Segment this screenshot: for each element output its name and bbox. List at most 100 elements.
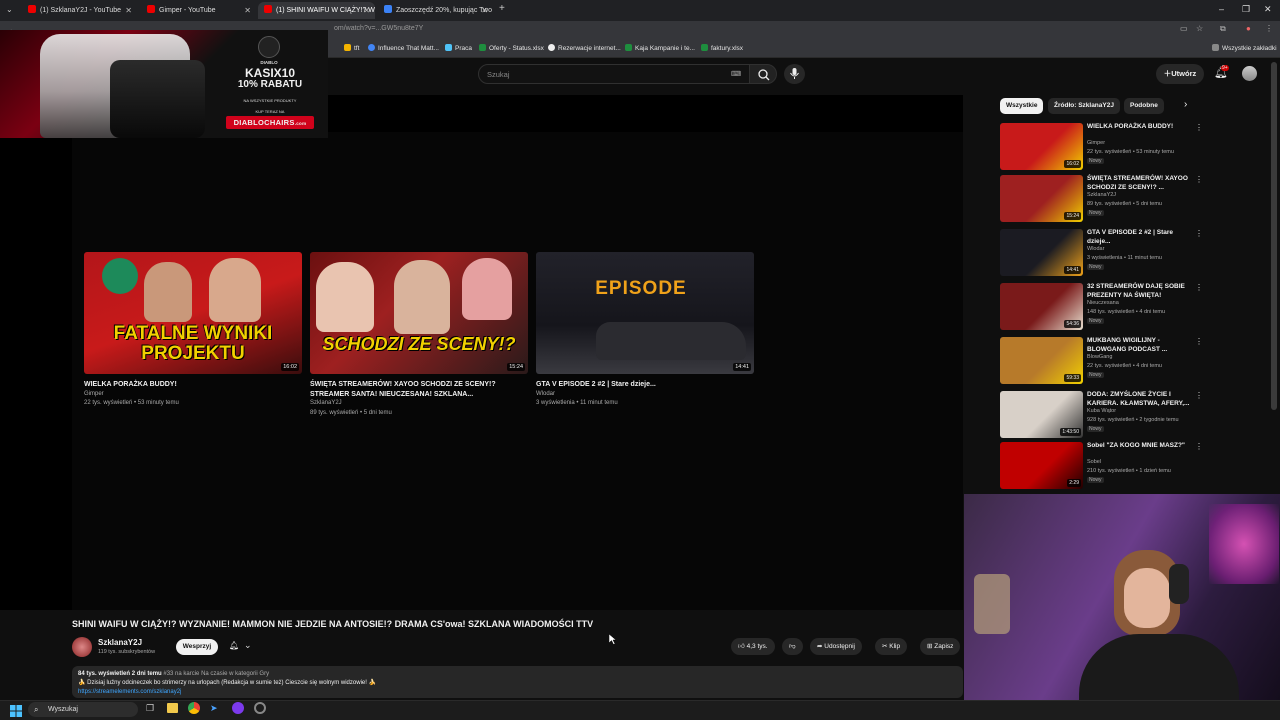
recommendation-item[interactable]: 59:33 MUKBANG WIGILIJNY - BLOWGANG PODCAS… [1000, 337, 1203, 387]
bookmark-item[interactable]: Influence That Matt... [368, 44, 439, 52]
rec-channel[interactable]: Nieuczesana [1087, 300, 1119, 306]
video-thumbnail[interactable]: 1:43:50 [1000, 391, 1083, 438]
endscreen-card[interactable]: EPISODE 14:41 GTA V EPISODE 2 #2 | Stare… [536, 252, 754, 409]
url-text[interactable]: om/watch?v=...GW5nu8te7Y [334, 25, 423, 32]
rec-title[interactable]: MUKBANG WIGILIJNY - BLOWGANG PODCAST ... [1087, 337, 1191, 354]
recommendation-item[interactable]: 14:41 GTA V EPISODE 2 #2 | Stare dzieje..… [1000, 229, 1203, 279]
menu-icon[interactable]: ⋮ [1265, 24, 1273, 33]
chip-all[interactable]: Wszystkie [1000, 98, 1044, 114]
new-tab-icon[interactable]: + [499, 3, 505, 14]
rec-channel[interactable]: SzklanaY2J [1087, 192, 1116, 198]
tab-szklana[interactable]: (1) SzklanaY2J - YouTube ✕ [22, 2, 137, 19]
more-actions-icon[interactable]: ⋮ [1195, 391, 1203, 400]
profile-icon[interactable]: ● [1246, 24, 1251, 33]
window-close-icon[interactable]: ✕ [1264, 4, 1272, 15]
keyboard-icon[interactable]: ⌨ [731, 70, 741, 78]
recommendation-item[interactable]: 16:02 WIELKA PORAŻKA BUDDY! Gimper 22 tys. … [1000, 123, 1203, 173]
dislike-button[interactable]: 👎︎ [782, 638, 803, 655]
bookmark-item[interactable]: faktury.xlsx [701, 44, 743, 52]
star-icon[interactable]: ☆ [1196, 24, 1203, 33]
taskbar-search[interactable]: ⌕ Wyszukaj [28, 702, 138, 717]
video-thumbnail[interactable]: 54:36 [1000, 283, 1083, 330]
search-input[interactable]: Szukaj [478, 64, 750, 84]
video-thumbnail[interactable]: 14:41 [1000, 229, 1083, 276]
more-actions-icon[interactable]: ⋮ [1195, 442, 1203, 451]
video-thumbnail[interactable]: 16:02 [1000, 123, 1083, 170]
extensions-icon[interactable]: ⧉ [1220, 24, 1226, 34]
recommendation-item[interactable]: 2:29 Sobel "ZA KOGO MNIE MASZ?" Sobel 210 t… [1000, 442, 1203, 492]
file-explorer-icon[interactable] [167, 703, 178, 713]
share-button[interactable]: ➦ Udostępnij [810, 638, 862, 655]
tab-current-video[interactable]: (1) SHINI WAIFU W CIĄŻY!? W ✕ [258, 2, 375, 19]
tab-promo[interactable]: Zaoszczędź 20%, kupując Two ✕ [378, 2, 493, 19]
rec-title[interactable]: DODA: ZMYŚLONE ŻYCIE I KARIERA. KŁAMSTWA… [1087, 391, 1191, 408]
close-icon[interactable]: ✕ [125, 2, 132, 19]
trending-tag[interactable]: #33 na karcie Na czasie w kategorii Gry [163, 671, 269, 677]
video-thumbnail[interactable]: 2:29 [1000, 442, 1083, 489]
card-title[interactable]: GTA V EPISODE 2 #2 | Stare dzieje... [536, 380, 754, 390]
tab-gimper[interactable]: Gimper - YouTube ✕ [141, 2, 256, 19]
bookmark-item[interactable]: Rezerwacje internet... [548, 44, 621, 52]
rec-channel[interactable]: BlowGang [1087, 354, 1112, 360]
scrollbar[interactable] [1271, 62, 1277, 410]
chrome-icon[interactable] [188, 702, 200, 714]
brand-badge[interactable]: DIABLOCHAIRS.com [226, 116, 314, 129]
save-button[interactable]: ⊞ Zapisz [920, 638, 961, 655]
card-title[interactable]: WIELKA PORAŻKA BUDDY! [84, 380, 302, 390]
chevron-right-icon[interactable]: › [1184, 99, 1187, 110]
app-icon[interactable] [254, 702, 266, 714]
channel-avatar[interactable] [72, 637, 92, 657]
bookmark-item[interactable]: Praca [445, 44, 472, 52]
description-link[interactable]: https://streamelements.com/szklanay2j [78, 688, 957, 697]
windows-start-icon[interactable] [10, 705, 22, 717]
rec-title[interactable]: 32 STREAMERÓW DAJĘ SOBIE PREZENTY NA ŚWI… [1087, 283, 1191, 300]
tab-search-icon[interactable]: ⌄ [6, 5, 13, 14]
create-button[interactable]: ＋Utwórz [1156, 64, 1204, 84]
like-button[interactable]: 👍︎ 4,3 tys. [731, 638, 775, 655]
rec-title[interactable]: GTA V EPISODE 2 #2 | Stare dzieje... [1087, 229, 1191, 246]
rec-channel[interactable]: Sobel [1087, 459, 1101, 465]
close-icon[interactable]: ✕ [244, 2, 251, 19]
endscreen-card[interactable]: SCHODZI ZE SCENY!? 15:24 ŚWIĘTA STREAMER… [310, 252, 528, 418]
channel-name[interactable]: SzklanaY2J [98, 638, 142, 647]
more-actions-icon[interactable]: ⋮ [1195, 337, 1203, 346]
recommendation-item[interactable]: 54:36 32 STREAMERÓW DAJĘ SOBIE PREZENTY N… [1000, 283, 1203, 333]
card-channel[interactable]: Wlodar [536, 390, 754, 400]
close-icon[interactable]: ✕ [363, 2, 370, 19]
rec-title[interactable]: ŚWIĘTA STREAMERÓW! XAYOO SCHODZI ZE SCEN… [1087, 175, 1191, 192]
more-actions-icon[interactable]: ⋮ [1195, 283, 1203, 292]
rec-channel[interactable]: Wlodar [1087, 246, 1104, 252]
voice-search-button[interactable] [784, 64, 805, 84]
rec-title[interactable]: WIELKA PORAŻKA BUDDY! [1087, 123, 1191, 132]
chip-related[interactable]: Podobne [1124, 98, 1164, 114]
video-thumbnail[interactable]: 15:24 [1000, 175, 1083, 222]
more-actions-icon[interactable]: ⋮ [1195, 175, 1203, 184]
chip-source[interactable]: Źródło: SzklanaY2J [1048, 98, 1120, 114]
video-thumbnail[interactable]: 59:33 [1000, 337, 1083, 384]
cast-icon[interactable]: ▭ [1180, 24, 1188, 33]
minimize-icon[interactable]: – [1219, 4, 1224, 14]
rec-channel[interactable]: Kuba Wątor [1087, 408, 1116, 414]
search-button[interactable] [749, 64, 777, 84]
telegram-icon[interactable]: ➤ [210, 703, 218, 714]
card-channel[interactable]: SzklanaY2J [310, 399, 528, 409]
maximize-icon[interactable]: ❐ [1242, 4, 1250, 15]
video-thumbnail[interactable]: SCHODZI ZE SCENY!? 15:24 [310, 252, 528, 374]
endscreen-card[interactable]: FATALNE WYNIKI PROJEKTU 16:02 WIELKA POR… [84, 252, 302, 409]
more-actions-icon[interactable]: ⋮ [1195, 123, 1203, 132]
recommendation-item[interactable]: 1:43:50 DODA: ZMYŚLONE ŻYCIE I KARIERA. K… [1000, 391, 1203, 441]
recommendation-item[interactable]: 15:24 ŚWIĘTA STREAMERÓW! XAYOO SCHODZI ZE… [1000, 175, 1203, 225]
support-button[interactable]: Wesprzyj [176, 639, 218, 655]
bookmark-item[interactable]: Oferty - Status.xlsx [479, 44, 544, 52]
app-icon[interactable] [232, 702, 244, 714]
description-box[interactable]: 84 tys. wyświetleń 2 dni temu #33 na kar… [72, 666, 963, 698]
task-view-icon[interactable]: ❐ [146, 703, 154, 714]
avatar[interactable] [1242, 66, 1257, 81]
video-thumbnail[interactable]: FATALNE WYNIKI PROJEKTU 16:02 [84, 252, 302, 374]
bookmark-item[interactable]: Kaja Kampanie i te... [625, 44, 695, 52]
rec-channel[interactable]: Gimper [1087, 140, 1105, 146]
card-title[interactable]: ŚWIĘTA STREAMERÓW! XAYOO SCHODZI ZE SCEN… [310, 380, 528, 399]
close-icon[interactable]: ✕ [481, 2, 488, 19]
clip-button[interactable]: ✂ Klip [875, 638, 908, 655]
sponsor-overlay[interactable]: DIABLO KASIX10 10% RABATU NA WSZYSTKIE P… [0, 30, 328, 138]
